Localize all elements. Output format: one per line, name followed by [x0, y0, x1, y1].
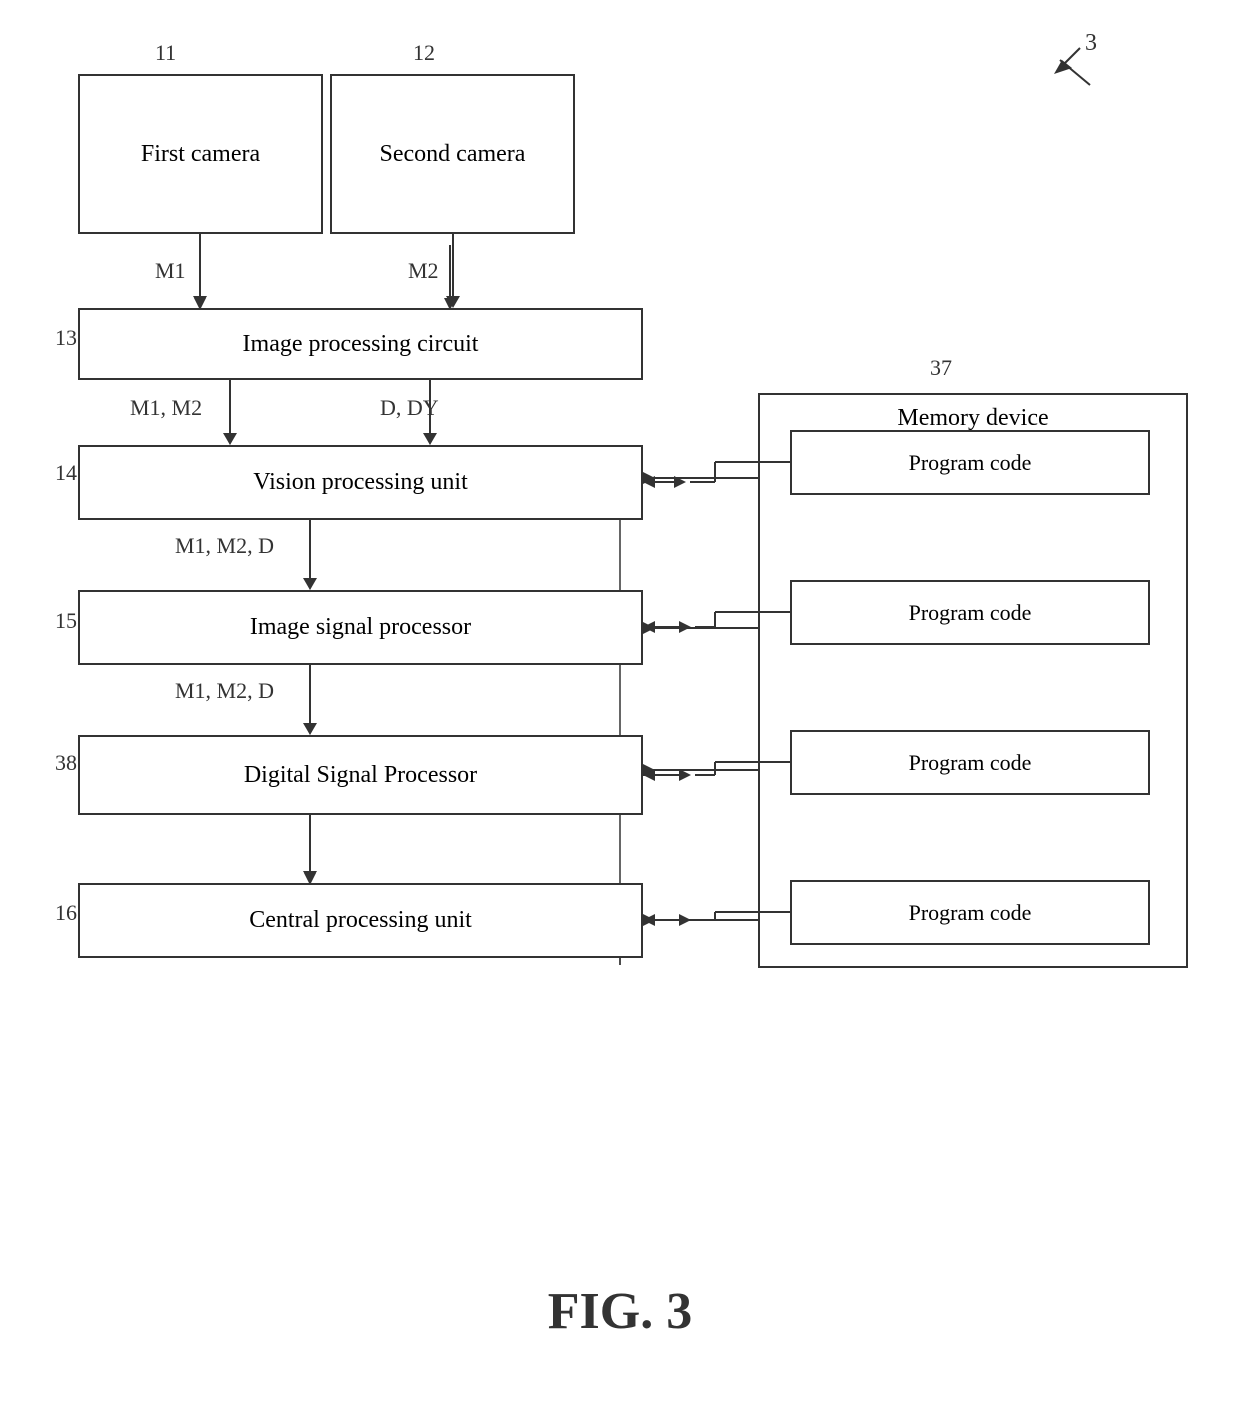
ddy-label: D, DY	[380, 395, 439, 421]
ref12-label: 12	[413, 40, 435, 66]
program-code-3-box: Program code	[790, 730, 1150, 795]
ref15-label: 15	[55, 608, 77, 634]
m1-label: M1	[155, 258, 186, 284]
m1m2-label: M1, M2	[130, 395, 202, 421]
central-processing-box: Central processing unit	[78, 883, 643, 958]
vision-processing-box: Vision processing unit	[78, 445, 643, 520]
program-code-1-box: Program code	[790, 430, 1150, 495]
second-camera-box: Second camera	[330, 74, 575, 234]
memory-device-label: Memory device	[897, 405, 1048, 432]
image-processing-box: Image processing circuit	[78, 308, 643, 380]
ref16-label: 16	[55, 900, 77, 926]
digital-signal-box: Digital Signal Processor	[78, 735, 643, 815]
first-camera-box: First camera	[78, 74, 323, 234]
ref14-label: 14	[55, 460, 77, 486]
ref13-label: 13	[55, 325, 77, 351]
ref38-label: 38	[55, 750, 77, 776]
m2-label: M2	[408, 258, 439, 284]
program-code-4-box: Program code	[790, 880, 1150, 945]
ref3-label: 3	[1085, 30, 1097, 57]
m1m2d-label1: M1, M2, D	[175, 533, 274, 559]
figure-label: FIG. 3	[548, 1282, 692, 1341]
program-code-2-box: Program code	[790, 580, 1150, 645]
diagram: 3 11 12 First camera Second camera M1 M2…	[0, 0, 1240, 1401]
image-signal-box: Image signal processor	[78, 590, 643, 665]
ref37-label: 37	[930, 355, 952, 381]
ref11-label: 11	[155, 40, 176, 66]
m1m2d-label2: M1, M2, D	[175, 678, 274, 704]
